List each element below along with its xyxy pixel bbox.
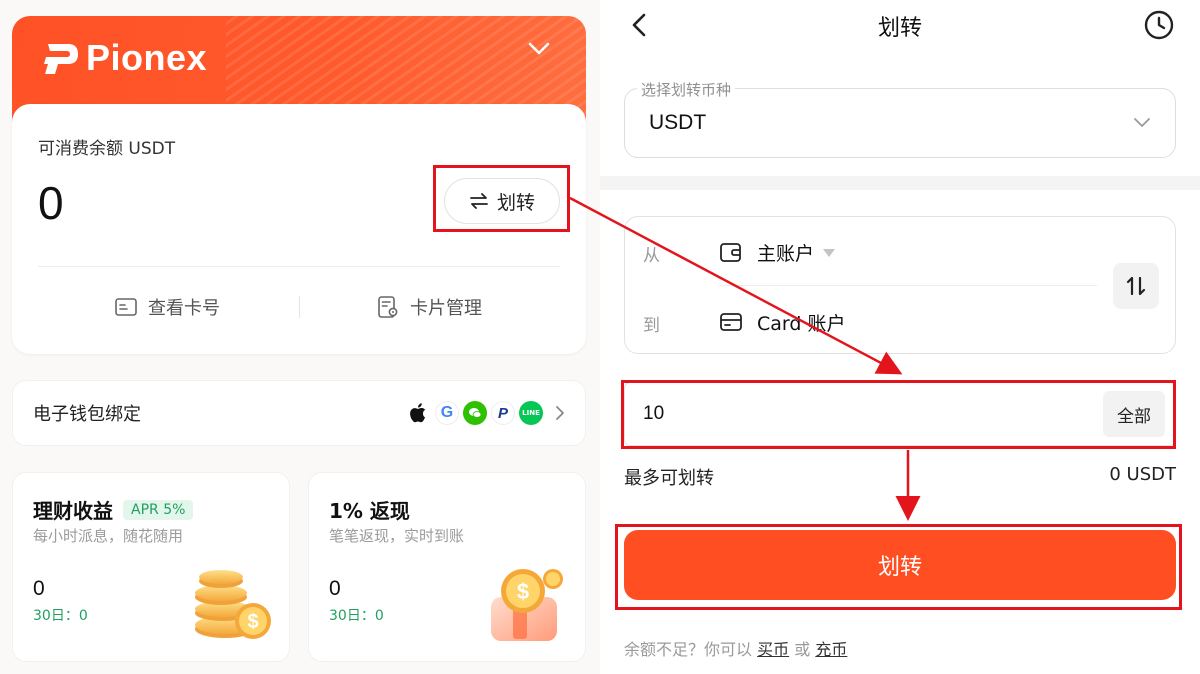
from-label: 从 xyxy=(643,246,660,266)
view-card-number-label: 查看卡号 xyxy=(148,298,220,319)
pionex-logo-icon xyxy=(44,44,78,74)
wallet-icon xyxy=(720,243,741,262)
cashback-title-text: 1% 返现 xyxy=(329,499,410,523)
swap-arrows-icon xyxy=(1126,276,1146,296)
max-transfer-label: 最多可划转 xyxy=(624,468,714,489)
to-account-name: Card 账户 xyxy=(757,313,846,335)
cashback-value: 0 xyxy=(329,577,341,600)
deposit-link[interactable]: 充币 xyxy=(815,640,847,659)
cashback-30-day: 30日：0 xyxy=(329,608,384,624)
wallet-binding-label: 电子钱包绑定 xyxy=(33,404,141,425)
wallet-icons: G P LINE xyxy=(407,401,543,425)
svg-text:$: $ xyxy=(247,611,258,633)
from-account-name: 主账户 xyxy=(757,243,815,265)
paypal-icon: P xyxy=(491,401,515,425)
cashback-card[interactable]: 1% 返现 笔笔返现，实时到账 0 30日：0 $ xyxy=(308,472,586,662)
annotation-highlight-box xyxy=(433,165,570,232)
pionex-logo: Pionex xyxy=(42,37,208,78)
footer-prefix: 余额不足？你可以 xyxy=(624,640,753,659)
earnings-value: 0 xyxy=(33,577,45,600)
card-management-label: 卡片管理 xyxy=(410,298,482,319)
balance-value: 0 xyxy=(38,177,64,229)
from-account-dropdown[interactable]: 主账户 xyxy=(757,239,836,266)
view-card-number-button[interactable]: 查看卡号 xyxy=(114,294,220,320)
line-pay-icon: LINE xyxy=(519,401,543,425)
account-selector: 从 主账户 到 Card 账户 xyxy=(624,216,1176,354)
divider xyxy=(299,296,300,318)
balance-label: 可消费余额 USDT xyxy=(38,139,176,159)
coin-select[interactable]: 选择划转币种 USDT xyxy=(624,79,1176,158)
section-separator xyxy=(600,176,1200,190)
chevron-down-icon xyxy=(1134,118,1150,127)
card-management-button[interactable]: 卡片管理 xyxy=(376,294,482,320)
wechat-pay-icon xyxy=(463,401,487,425)
brand-name: Pionex xyxy=(86,37,208,78)
earnings-30-day: 30日：0 xyxy=(33,608,88,624)
to-label: 到 xyxy=(643,316,660,336)
google-pay-icon: G xyxy=(435,401,459,425)
chevron-right-icon xyxy=(556,406,564,420)
card-icon xyxy=(720,313,742,331)
swap-accounts-button[interactable] xyxy=(1113,263,1159,309)
caret-down-icon xyxy=(823,248,836,257)
card-settings-icon xyxy=(378,296,398,318)
coin-select-legend: 选择划转币种 xyxy=(637,79,736,100)
coin-stack-icon: $ xyxy=(195,570,271,639)
insufficient-balance-note: 余额不足？你可以 买币 或 充币 xyxy=(624,636,847,660)
buy-crypto-link[interactable]: 买币 xyxy=(757,640,789,659)
coin-select-value: USDT xyxy=(649,111,707,134)
cashback-card-subtitle: 笔笔返现，实时到账 xyxy=(329,527,465,545)
chevron-down-icon[interactable] xyxy=(528,42,550,56)
coin-jar-icon: $ xyxy=(491,569,563,641)
to-account[interactable]: Card 账户 xyxy=(757,309,846,336)
divider xyxy=(38,266,560,267)
footer-or: 或 xyxy=(794,640,811,659)
earnings-card-title: 理财收益 APR 5% xyxy=(33,495,194,524)
history-clock-icon[interactable] xyxy=(1143,9,1175,41)
earnings-card-subtitle: 每小时派息，随花随用 xyxy=(33,527,184,545)
apple-pay-icon xyxy=(407,401,431,425)
annotation-highlight-box xyxy=(621,380,1176,449)
earnings-card[interactable]: 理财收益 APR 5% 每小时派息，随花随用 0 30日：0 $ xyxy=(12,472,290,662)
apr-badge: APR 5% xyxy=(123,499,194,520)
divider xyxy=(719,285,1097,286)
svg-text:$: $ xyxy=(517,579,529,604)
page-title: 划转 xyxy=(877,16,922,41)
wallet-binding-row[interactable]: 电子钱包绑定 G P LINE xyxy=(12,380,586,446)
cashback-card-title: 1% 返现 xyxy=(329,495,410,524)
earnings-title-text: 理财收益 xyxy=(33,499,113,523)
card-overview-screen: Pionex 可消费余额 USDT 0 划转 查看卡号 卡片管理 电子钱包绑定 … xyxy=(0,0,600,674)
card-icon xyxy=(115,298,137,316)
max-transfer-value: 0 USDT xyxy=(1109,464,1176,485)
annotation-highlight-box xyxy=(615,524,1182,610)
